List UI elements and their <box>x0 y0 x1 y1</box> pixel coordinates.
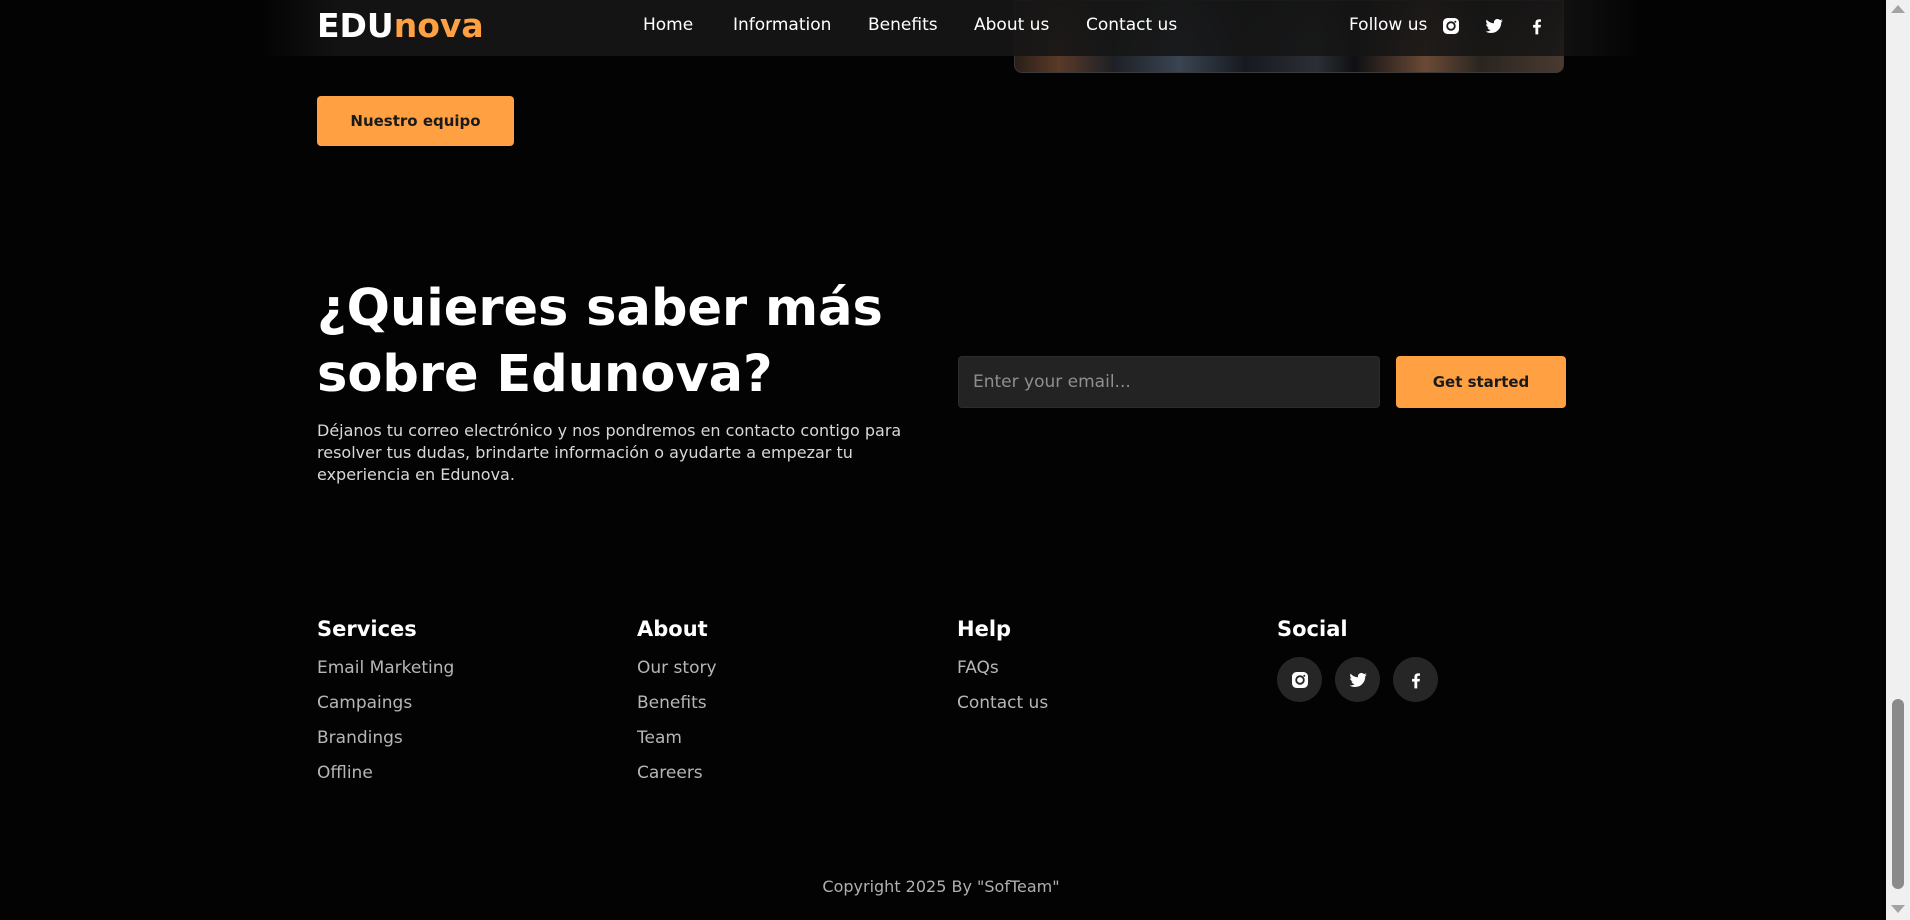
footer-facebook-button[interactable] <box>1393 657 1438 702</box>
footer-heading-social: Social <box>1277 617 1348 641</box>
instagram-icon[interactable] <box>1441 16 1461 36</box>
footer-link-benefits[interactable]: Benefits <box>637 692 717 727</box>
footer-heading-about: About <box>637 617 708 641</box>
footer-link-campaings[interactable]: Campaings <box>317 692 454 727</box>
cta-title-line-1: ¿Quieres saber más <box>317 279 883 338</box>
facebook-icon[interactable] <box>1527 16 1547 36</box>
nav-information[interactable]: Information <box>733 15 831 35</box>
footer-link-faqs[interactable]: FAQs <box>957 657 1048 692</box>
instagram-icon <box>1291 671 1308 688</box>
vertical-scrollbar[interactable] <box>1886 0 1910 920</box>
footer-link-careers[interactable]: Careers <box>637 762 717 797</box>
page: EDUnova Home Information Benefits About … <box>0 0 1910 920</box>
twitter-icon <box>1349 672 1367 687</box>
email-input[interactable] <box>958 356 1380 408</box>
follow-us-label: Follow us <box>1349 15 1428 35</box>
nav-benefits[interactable]: Benefits <box>868 15 938 35</box>
scroll-up-arrow-icon[interactable] <box>1891 5 1905 13</box>
twitter-icon[interactable] <box>1484 16 1504 36</box>
scroll-down-arrow-icon[interactable] <box>1891 905 1905 913</box>
footer-column-services: Services Email Marketing Campaings Brand… <box>317 617 454 797</box>
nav-contact-us[interactable]: Contact us <box>1086 15 1177 35</box>
footer-heading-services: Services <box>317 617 417 641</box>
footer-link-contact-us[interactable]: Contact us <box>957 692 1048 727</box>
footer-link-email-marketing[interactable]: Email Marketing <box>317 657 454 692</box>
footer-social-row <box>1277 657 1438 702</box>
footer-link-offline[interactable]: Offline <box>317 762 454 797</box>
cta-description: Déjanos tu correo electrónico y nos pond… <box>317 421 902 484</box>
team-button[interactable]: Nuestro equipo <box>317 96 514 146</box>
footer-column-help: Help FAQs Contact us <box>957 617 1048 727</box>
footer-instagram-button[interactable] <box>1277 657 1322 702</box>
footer-link-team[interactable]: Team <box>637 727 717 762</box>
footer-column-about: About Our story Benefits Team Careers <box>637 617 717 797</box>
nav-about-us[interactable]: About us <box>974 15 1049 35</box>
facebook-icon <box>1411 672 1420 688</box>
nav-home[interactable]: Home <box>643 15 693 35</box>
scrollbar-thumb[interactable] <box>1892 699 1904 889</box>
copyright-text: Copyright 2025 By "SofTeam" <box>822 877 1060 896</box>
footer-link-brandings[interactable]: Brandings <box>317 727 454 762</box>
get-started-button[interactable]: Get started <box>1396 356 1566 408</box>
footer-column-social: Social <box>1277 617 1438 702</box>
footer-heading-help: Help <box>957 617 1012 641</box>
cta-title: ¿Quieres saber más sobre Edunova? <box>317 276 937 408</box>
footer-link-our-story[interactable]: Our story <box>637 657 717 692</box>
cta-title-line-2: sobre Edunova? <box>317 345 773 404</box>
footer-twitter-button[interactable] <box>1335 657 1380 702</box>
main-nav: Home Information Benefits About us Conta… <box>0 15 1910 39</box>
